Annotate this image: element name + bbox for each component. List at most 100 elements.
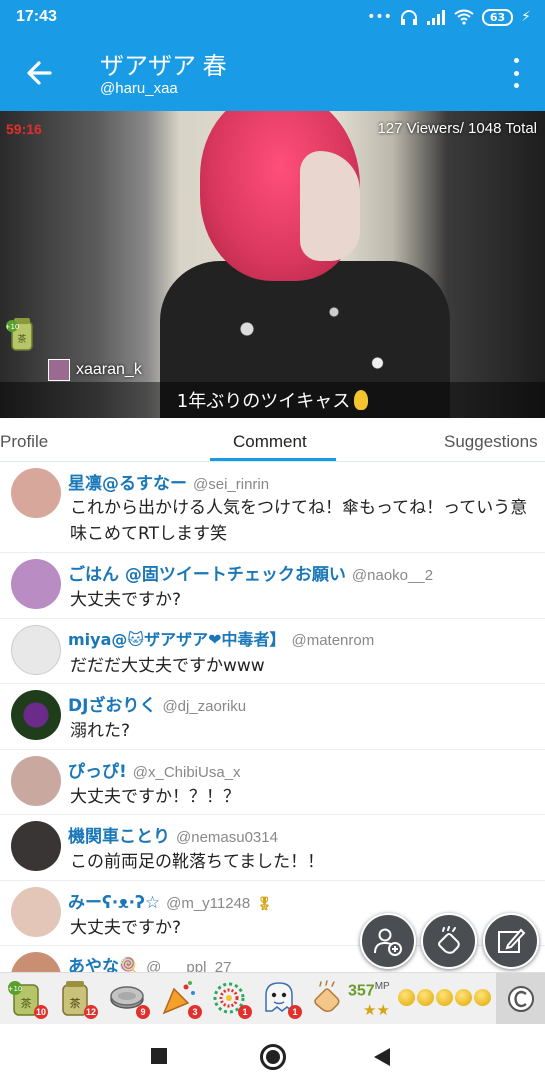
- tab-comment[interactable]: Comment: [233, 432, 307, 452]
- gift-party-popper[interactable]: 3: [160, 979, 202, 1019]
- commenter-name: あやな🍭 @___ppl_27: [68, 952, 231, 972]
- clap-button[interactable]: [421, 913, 477, 969]
- commenter-name: ごはん @固ツイートチェックお願い @naoko__2: [68, 560, 433, 585]
- mp-value: 357: [348, 982, 375, 1000]
- comment-item[interactable]: DJざおりく @dj_zaoriku 溺れた?: [0, 684, 545, 750]
- add-user-icon: [374, 928, 402, 956]
- follow-button[interactable]: [360, 913, 416, 969]
- comment-item[interactable]: ぴっぴ! @x_ChibiUsa_x 大丈夫ですか！？！？: [0, 750, 545, 815]
- gift-tea[interactable]: 茶 12: [56, 979, 98, 1019]
- svg-text:茶: 茶: [17, 333, 26, 345]
- commenter-display-name: DJざおりく: [68, 696, 157, 716]
- gift-ghost[interactable]: 1: [260, 979, 302, 1019]
- battery-icon: 63: [481, 8, 514, 26]
- tab-suggestions[interactable]: Suggestions: [444, 432, 538, 452]
- commenter-handle: @x_ChibiUsa_x: [132, 764, 241, 781]
- gift-count-badge: 10: [33, 1005, 48, 1019]
- more-dots-icon: •••: [367, 9, 392, 25]
- commenter-handle: @m_y11248: [166, 895, 251, 912]
- comment-item[interactable]: ごはん @固ツイートチェックお願い @naoko__2 大丈夫ですか?: [0, 553, 545, 619]
- broadcast-caption: 1年ぶりのツイキャス: [0, 382, 545, 418]
- comment-text: 溺れた?: [70, 721, 131, 741]
- back-arrow-icon[interactable]: [22, 56, 56, 90]
- comment-text: 大丈夫ですか！？！？: [70, 787, 240, 807]
- commenter-avatar[interactable]: [11, 468, 61, 518]
- commenter-display-name: みーʕ·ᴥ·ʔ☆: [68, 893, 161, 913]
- gift-item-bar: +10 茶 10 茶 12 9 3 1 1 357MP ★★: [0, 972, 545, 1025]
- commenter-avatar[interactable]: [11, 690, 61, 740]
- tab-profile[interactable]: Profile: [0, 432, 48, 452]
- commenter-avatar[interactable]: [11, 821, 61, 871]
- viewer-avatar: [48, 359, 70, 381]
- commenter-handle: @dj_zaoriku: [162, 698, 247, 715]
- commenter-name: miya@🐱ザアザア❤中毒者】 @matenrom: [68, 626, 374, 650]
- coin-icon: [455, 989, 472, 1006]
- comment-item[interactable]: 機関車ことり @nemasu0314 この前両足の靴落ちてました！！: [0, 815, 545, 881]
- comment-list[interactable]: 星凛@るすなー @sei_rinrin これから出かける人気をつけてね！傘もってね…: [0, 462, 545, 972]
- commenter-avatar[interactable]: [11, 625, 61, 675]
- broadcaster-handle: @haru_xaa: [100, 80, 178, 97]
- viewer-count: 127 Viewers/ 1048 Total: [377, 120, 537, 137]
- commenter-handle: @nemasu0314: [176, 829, 278, 846]
- app-screen: 17:43 ••• 63 ⚡ ザアザア 春 @haru_xaa 59:16 12…: [0, 0, 545, 1090]
- comment-item[interactable]: miya@🐱ザアザア❤中毒者】 @matenrom だだだ大丈夫ですかwww: [0, 619, 545, 684]
- app-bar: ザアザア 春 @haru_xaa: [0, 34, 545, 111]
- commenter-name: 星凛@るすなー @sei_rinrin: [68, 469, 269, 494]
- status-time: 17:43: [16, 8, 57, 25]
- commenter-avatar[interactable]: [11, 887, 61, 937]
- system-nav-bar: [0, 1024, 545, 1090]
- clap-icon: [438, 926, 460, 954]
- compose-icon: [498, 928, 526, 953]
- commenter-handle: @sei_rinrin: [193, 476, 270, 493]
- commenter-name: みーʕ·ᴥ·ʔ☆ @m_y11248 🎖: [68, 888, 273, 913]
- gift-firework[interactable]: 1: [210, 979, 252, 1019]
- coin-icon: [398, 989, 415, 1006]
- signal-icon: [426, 10, 445, 25]
- commenter-avatar[interactable]: [11, 756, 61, 806]
- comment-item[interactable]: 星凛@るすなー @sei_rinrin これから出かける人気をつけてね！傘もってね…: [0, 462, 545, 553]
- coin-icon: [474, 989, 491, 1006]
- overflow-menu-icon[interactable]: [509, 58, 523, 88]
- commenter-display-name: ぴっぴ!: [68, 762, 127, 782]
- clap-hands-icon: [314, 980, 340, 1013]
- gift-count-badge: 12: [83, 1005, 98, 1019]
- commenter-display-name: 星凛@るすなー: [68, 474, 187, 494]
- status-bar: 17:43 ••• 63 ⚡: [0, 0, 545, 34]
- coin-icon: [417, 989, 434, 1006]
- tab-bar: Profile Comment Suggestions: [0, 418, 545, 462]
- comment-text: これから出かける人気をつけてね！傘もってね！っていう意味こめてRTします笑: [70, 498, 528, 544]
- commenter-avatar[interactable]: [11, 559, 61, 609]
- medal-icon: 🎖: [256, 897, 273, 912]
- gift-clap[interactable]: [308, 979, 346, 1017]
- commenter-name: ぴっぴ! @x_ChibiUsa_x: [68, 757, 241, 782]
- live-timer: 59:16: [6, 121, 42, 137]
- gift-coin-stack[interactable]: 9: [108, 979, 150, 1019]
- level-stars: ★★: [363, 1001, 390, 1019]
- mp-unit: MP: [374, 981, 390, 992]
- viewer-chip[interactable]: xaaran_k: [48, 359, 142, 381]
- home-icon[interactable]: [260, 1044, 286, 1070]
- svg-text:+10: +10: [8, 985, 23, 993]
- tea-gift-icon: +10 茶: [6, 318, 33, 351]
- commenter-handle: @naoko__2: [351, 567, 434, 584]
- video-subject-face: [300, 151, 360, 261]
- viewer-name: xaaran_k: [76, 361, 142, 378]
- write-comment-button[interactable]: [483, 913, 539, 969]
- currency-c-icon: [507, 986, 534, 1012]
- commenter-avatar[interactable]: [11, 952, 61, 972]
- mp-counter: 357MP: [348, 981, 390, 1000]
- live-video-player[interactable]: 59:16 127 Viewers/ 1048 Total +10 茶 xaara…: [0, 111, 545, 418]
- lightbulb-icon: [354, 390, 369, 410]
- gift-count-badge: 3: [188, 1005, 202, 1019]
- gift-count-badge: 9: [136, 1005, 150, 1019]
- svg-text:+10: +10: [6, 323, 19, 331]
- nav-back-icon[interactable]: [374, 1048, 390, 1066]
- commenter-handle: @___ppl_27: [146, 959, 232, 972]
- recent-apps-icon[interactable]: [151, 1048, 167, 1064]
- coin-row: [398, 989, 491, 1006]
- commenter-handle: @matenrom: [291, 632, 375, 649]
- commenter-display-name: 機関車ことり: [68, 827, 170, 847]
- svg-text:茶: 茶: [21, 997, 32, 1010]
- currency-button[interactable]: [496, 973, 545, 1025]
- gift-tea-plus10[interactable]: +10 茶 10: [6, 979, 48, 1019]
